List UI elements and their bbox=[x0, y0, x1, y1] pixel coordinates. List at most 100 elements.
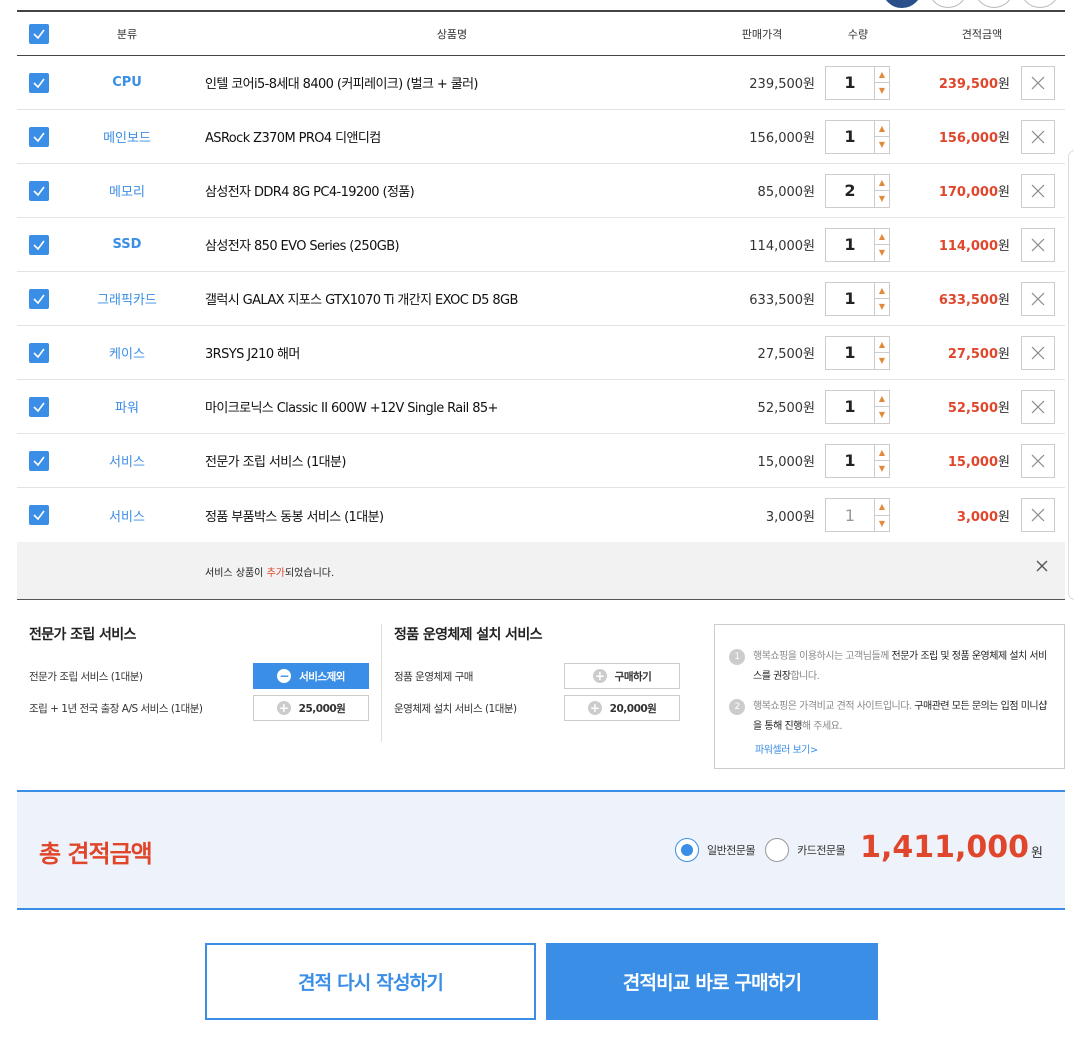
item-name[interactable]: 갤럭시 GALAX 지포스 GTX1070 Ti 개간지 EXOC D5 8GB bbox=[205, 289, 518, 308]
qty-down-icon[interactable]: ▼ bbox=[875, 407, 889, 423]
item-checkbox[interactable] bbox=[29, 505, 49, 525]
item-checkbox[interactable] bbox=[29, 72, 49, 93]
quantity-value[interactable]: 1 bbox=[826, 67, 874, 99]
qty-down-icon[interactable]: ▼ bbox=[875, 191, 889, 207]
close-icon bbox=[1031, 346, 1045, 359]
remove-item-button[interactable] bbox=[1021, 173, 1055, 208]
buy-os-button[interactable]: + 구매하기 bbox=[564, 663, 680, 689]
item-name[interactable]: 정품 부품박스 동봉 서비스 (1대분) bbox=[205, 506, 384, 525]
item-category[interactable]: CPU bbox=[112, 75, 142, 90]
item-category[interactable]: SSD bbox=[113, 237, 142, 252]
quantity-value[interactable]: 1 bbox=[826, 391, 874, 423]
item-checkbox[interactable] bbox=[29, 180, 49, 201]
quantity-value[interactable]: 1 bbox=[826, 283, 874, 315]
qty-up-icon[interactable]: ▲ bbox=[875, 391, 889, 407]
quantity-stepper[interactable]: 1 ▲ ▼ bbox=[825, 119, 890, 154]
item-category[interactable]: 서비스 bbox=[109, 506, 145, 525]
qty-up-icon[interactable]: ▲ bbox=[875, 229, 889, 245]
qty-down-icon[interactable]: ▼ bbox=[875, 353, 889, 369]
item-checkbox[interactable] bbox=[29, 450, 49, 471]
quantity-stepper[interactable]: 2 ▲ ▼ bbox=[825, 173, 890, 208]
quantity-stepper[interactable]: 1 ▲ ▼ bbox=[825, 498, 890, 532]
qty-down-icon[interactable]: ▼ bbox=[875, 299, 889, 315]
select-all-checkbox[interactable] bbox=[29, 23, 49, 44]
qty-up-icon[interactable]: ▲ bbox=[875, 283, 889, 299]
item-category[interactable]: 메모리 bbox=[109, 181, 145, 200]
scrollbar[interactable] bbox=[1068, 150, 1074, 600]
item-category[interactable]: 메인보드 bbox=[103, 127, 151, 146]
item-category[interactable]: 그래픽카드 bbox=[97, 289, 157, 308]
quantity-stepper[interactable]: 1 ▲ ▼ bbox=[825, 389, 890, 424]
page-dot[interactable] bbox=[928, 0, 968, 8]
quantity-value[interactable]: 1 bbox=[826, 499, 874, 531]
close-icon[interactable] bbox=[1035, 559, 1049, 573]
card-mall-label[interactable]: 카드전문몰 bbox=[797, 842, 846, 858]
item-category[interactable]: 파워 bbox=[115, 397, 139, 416]
item-price: 15,000원 bbox=[757, 455, 815, 470]
item-name[interactable]: 인텔 코어i5-8세대 8400 (커피레이크) (벌크 + 쿨러) bbox=[205, 73, 479, 92]
item-checkbox[interactable] bbox=[29, 126, 49, 147]
reset-estimate-button[interactable]: 견적 다시 작성하기 bbox=[205, 943, 536, 1020]
service-options: 전문가 조립 서비스 전문가 조립 서비스 (1대분) − 서비스제외 조립 + … bbox=[17, 624, 1065, 774]
qty-up-icon[interactable]: ▲ bbox=[875, 121, 889, 137]
remove-item-button[interactable] bbox=[1021, 65, 1055, 100]
item-name[interactable]: 전문가 조립 서비스 (1대분) bbox=[205, 451, 346, 470]
qty-down-icon[interactable]: ▼ bbox=[875, 83, 889, 99]
quantity-stepper[interactable]: 1 ▲ ▼ bbox=[825, 281, 890, 316]
general-mall-label[interactable]: 일반전문몰 bbox=[707, 842, 756, 858]
quantity-stepper[interactable]: 1 ▲ ▼ bbox=[825, 227, 890, 262]
item-checkbox[interactable] bbox=[29, 234, 49, 255]
page-dot[interactable] bbox=[1020, 0, 1060, 8]
quantity-stepper[interactable]: 1 ▲ ▼ bbox=[825, 443, 890, 478]
add-as-service-button[interactable]: +25,000원 bbox=[253, 695, 369, 721]
remove-item-button[interactable] bbox=[1021, 227, 1055, 262]
remove-item-button[interactable] bbox=[1021, 389, 1055, 424]
item-checkbox[interactable] bbox=[29, 342, 49, 363]
item-total: 170,000원 bbox=[938, 185, 1010, 200]
check-icon bbox=[33, 348, 45, 358]
table-row: 케이스 3RSYS J210 해머 27,500원 1 ▲ ▼ 27,500원 bbox=[17, 326, 1065, 380]
item-category[interactable]: 서비스 bbox=[109, 451, 145, 470]
item-name[interactable]: 3RSYS J210 해머 bbox=[205, 343, 300, 362]
qty-down-icon[interactable]: ▼ bbox=[875, 137, 889, 153]
item-checkbox[interactable] bbox=[29, 396, 49, 417]
remove-item-button[interactable] bbox=[1021, 335, 1055, 370]
qty-up-icon[interactable]: ▲ bbox=[875, 499, 889, 516]
quantity-value[interactable]: 1 bbox=[826, 445, 874, 477]
quantity-value[interactable]: 1 bbox=[826, 229, 874, 261]
qty-down-icon[interactable]: ▼ bbox=[875, 516, 889, 532]
page-dot[interactable] bbox=[974, 0, 1014, 8]
page-dot[interactable] bbox=[882, 0, 922, 8]
general-mall-radio[interactable] bbox=[675, 838, 699, 862]
quantity-value[interactable]: 1 bbox=[826, 337, 874, 369]
remove-item-button[interactable] bbox=[1021, 119, 1055, 154]
remove-item-button[interactable] bbox=[1021, 498, 1055, 532]
item-price: 633,500원 bbox=[749, 293, 815, 308]
item-category[interactable]: 케이스 bbox=[109, 343, 145, 362]
table-row: 파워 마이크로닉스 Classic II 600W +12V Single Ra… bbox=[17, 380, 1065, 434]
qty-up-icon[interactable]: ▲ bbox=[875, 175, 889, 191]
buy-now-button[interactable]: 견적비교 바로 구매하기 bbox=[546, 943, 878, 1020]
quantity-value[interactable]: 2 bbox=[826, 175, 874, 207]
item-name[interactable]: ASRock Z370M PRO4 디앤디컴 bbox=[205, 127, 381, 146]
card-mall-radio[interactable] bbox=[765, 838, 790, 862]
power-seller-link[interactable]: 파워셀러 보기> bbox=[755, 741, 1050, 756]
qty-up-icon[interactable]: ▲ bbox=[875, 337, 889, 353]
item-name[interactable]: 마이크로닉스 Classic II 600W +12V Single Rail … bbox=[205, 397, 498, 416]
remove-item-button[interactable] bbox=[1021, 443, 1055, 478]
add-os-install-button[interactable]: +20,000원 bbox=[564, 695, 680, 721]
item-checkbox[interactable] bbox=[29, 288, 49, 309]
qty-down-icon[interactable]: ▼ bbox=[875, 245, 889, 261]
qty-up-icon[interactable]: ▲ bbox=[875, 67, 889, 83]
quantity-stepper[interactable]: 1 ▲ ▼ bbox=[825, 335, 890, 370]
exclude-service-button[interactable]: − 서비스제외 bbox=[253, 663, 369, 689]
quantity-stepper[interactable]: 1 ▲ ▼ bbox=[825, 65, 890, 100]
quantity-value[interactable]: 1 bbox=[826, 121, 874, 153]
qty-up-icon[interactable]: ▲ bbox=[875, 445, 889, 461]
estimate-cart: 분류 상품명 판매가격 수량 견적금액 CPU 인텔 코어i5-8세대 8400… bbox=[17, 10, 1065, 600]
check-icon bbox=[33, 510, 45, 521]
item-name[interactable]: 삼성전자 DDR4 8G PC4-19200 (정품) bbox=[205, 181, 415, 200]
remove-item-button[interactable] bbox=[1021, 281, 1055, 316]
qty-down-icon[interactable]: ▼ bbox=[875, 461, 889, 477]
item-name[interactable]: 삼성전자 850 EVO Series (250GB) bbox=[205, 235, 400, 254]
